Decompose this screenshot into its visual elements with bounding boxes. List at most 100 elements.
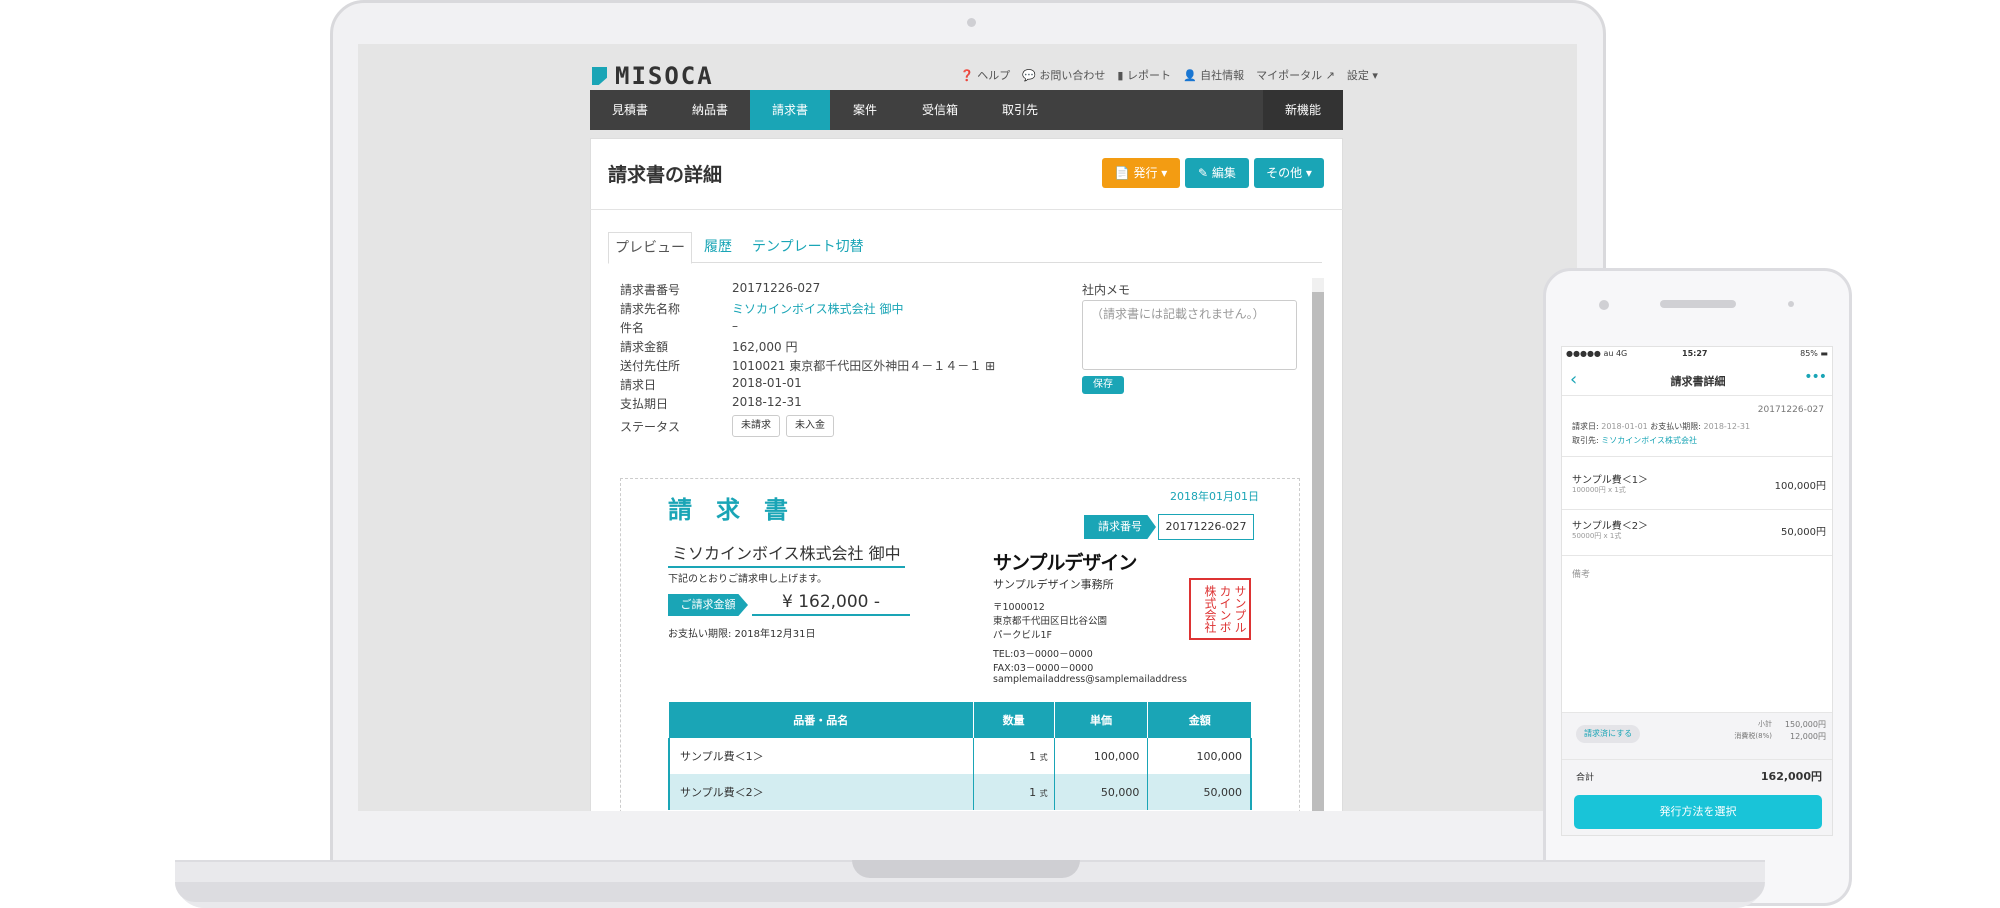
nav-quotes[interactable]: 見積書 (590, 90, 670, 130)
subject-value: – (732, 319, 738, 333)
tab-history[interactable]: 履歴 (704, 232, 732, 262)
list-item[interactable]: サンプル費＜1＞ 100000円 x 1式 100,000円 (1562, 467, 1832, 510)
invoice-customer: ミソカインボイス株式会社 御中 (668, 540, 905, 568)
top-links: ❓ ヘルプ 💬 お問い合わせ ▮ レポート 👤 自社情報 マイポータル ↗ 設定… (960, 67, 1378, 83)
select-issue-method-button[interactable]: 発行方法を選択 (1574, 795, 1822, 829)
item-sub: 50000円 x 1式 (1572, 532, 1622, 540)
col-unit-price: 単価 (1054, 702, 1149, 738)
nav-projects[interactable]: 案件 (830, 90, 900, 130)
row-qty: 1 式 (973, 774, 1055, 810)
label-invoice-number: 請求書番号 (620, 283, 681, 297)
label-client: 請求先名称 (620, 302, 681, 316)
nav-inbox[interactable]: 受信箱 (900, 90, 980, 130)
invoice-number-box: 20171226-027 (1158, 514, 1254, 540)
label-due-date: 支払期日 (620, 397, 669, 411)
memo-save-button[interactable]: 保存 (1082, 376, 1124, 394)
nav-new-features[interactable]: 新機能 (1263, 90, 1343, 130)
total-value: 162,000円 (1760, 770, 1822, 783)
logo-mark-icon (592, 67, 607, 85)
more-icon[interactable]: ••• (1804, 369, 1827, 385)
col-item-name: 品番・品名 (669, 702, 974, 738)
row-price: 100,000 (1054, 738, 1149, 774)
phone-camera (1599, 300, 1609, 310)
memo-label: 社内メモ (1082, 283, 1131, 297)
contact-link[interactable]: 💬 お問い合わせ (1022, 67, 1105, 83)
address-value: 1010021 東京都千代田区外神田４－１４－１ ⊞ (732, 359, 996, 373)
header-separator (590, 209, 1343, 210)
laptop-notch-front (852, 860, 1080, 878)
label-subject: 件名 (620, 321, 645, 335)
map-icon[interactable]: ⊞ (985, 359, 995, 373)
laptop-base-shadow-front (175, 882, 1765, 902)
tax-value: 12,000円 (1790, 732, 1826, 741)
company-stamp: サンプルカインボ株式会社 (1189, 578, 1251, 640)
nav-clients[interactable]: 取引先 (980, 90, 1060, 130)
invoice-number-label: 請求番号 (1084, 515, 1156, 539)
company-tel: TEL:03－0000－0000 (993, 649, 1093, 660)
label-amount: 請求金額 (620, 340, 669, 354)
nav-invoices[interactable]: 請求書 (750, 90, 830, 130)
company-name: サンプルデザイン事務所 (993, 578, 1114, 591)
main-nav: 見積書 納品書 請求書 案件 受信箱 取引先 新機能 (590, 90, 1343, 130)
misoca-logo[interactable]: MISOCA (592, 62, 714, 90)
row-total: 50,000 (1147, 774, 1253, 810)
tabs-underline (608, 262, 1322, 263)
time: 15:27 (1682, 349, 1708, 358)
col-qty: 数量 (973, 702, 1055, 738)
issue-button[interactable]: 📄 発行 ▾ (1102, 158, 1180, 188)
scrollbar[interactable] (1312, 278, 1324, 838)
item-name: サンプル費＜1＞ (1572, 475, 1649, 486)
invoice-due: お支払い期限: 2018年12月31日 (668, 629, 816, 640)
memo-textarea[interactable]: （請求書には記載されません。） (1082, 300, 1297, 370)
settings-menu[interactable]: 設定 ▾ (1347, 67, 1378, 83)
phone-screen: ●●●●● au 4G 15:27 85% ▬ ‹ 請求書詳細 ••• 2017… (1561, 346, 1833, 836)
phone-sensor (1788, 301, 1794, 307)
total-label: 合計 (1576, 773, 1595, 783)
due-date-value: 2018-12-31 (732, 395, 802, 409)
tab-preview[interactable]: プレビュー (608, 232, 692, 264)
nav-delivery[interactable]: 納品書 (670, 90, 750, 130)
invoice-items-table: 品番・品名 数量 単価 金額 サンプル費＜1＞ 1 式 100,000 100,… (667, 702, 1253, 810)
row-name: サンプル費＜2＞ (667, 774, 974, 810)
col-amount: 金額 (1188, 714, 1211, 727)
mark-paid-button[interactable]: 請求済にする (1576, 725, 1641, 743)
battery: 85% ▬ (1800, 349, 1828, 358)
table-header-row: 品番・品名 数量 単価 金額 (669, 702, 1251, 738)
amount-label: ご請求金額 (668, 594, 748, 616)
scroll-up-arrow[interactable] (1312, 278, 1324, 292)
list-item[interactable]: サンプル費＜2＞ 50000円 x 1式 50,000円 (1562, 513, 1832, 556)
company-info-link[interactable]: 👤 自社情報 (1183, 67, 1244, 83)
company-address2: パークビル1F (993, 630, 1053, 641)
phone-client: 取引先: ミソカインボイス株式会社 (1562, 435, 1832, 457)
tab-template[interactable]: テンプレート切替 (752, 232, 864, 262)
phone-footer: 発行方法を選択 (1562, 791, 1832, 835)
logo-text: MISOCA (615, 62, 714, 90)
page-title: 請求書の詳細 (608, 164, 723, 186)
phone-speaker (1660, 300, 1736, 308)
table-row: サンプル費＜1＞ 1 式 100,000 100,000 (667, 738, 1253, 774)
laptop-camera (967, 18, 976, 27)
invoice-amount: ¥ 162,000 - (752, 592, 910, 616)
edit-button[interactable]: ✎ 編集 (1185, 158, 1249, 188)
label-invoice-date: 請求日 (620, 378, 657, 392)
other-button[interactable]: その他 ▾ (1254, 158, 1324, 188)
invoice-date-value: 2018-01-01 (732, 376, 802, 390)
help-link[interactable]: ❓ ヘルプ (960, 67, 1010, 83)
company-address1: 東京都千代田区日比谷公園 (993, 616, 1108, 627)
label-status: ステータス (620, 420, 681, 434)
laptop-bezel-bottom (358, 811, 1577, 860)
phone-title: 請求書詳細 (1670, 375, 1726, 388)
client-link[interactable]: ミソカインボイス株式会社 御中 (732, 300, 903, 317)
amount-value: 162,000 円 (732, 340, 798, 354)
report-link[interactable]: ▮ レポート (1117, 67, 1171, 83)
status-badge-unpaid[interactable]: 未入金 (786, 415, 834, 437)
invoice-note: 下記のとおりご請求申し上げます。 (668, 574, 827, 585)
company-fax: FAX:03－0000－0000 (993, 663, 1094, 674)
status-badge-unbilled[interactable]: 未請求 (732, 415, 780, 437)
phone-dates: 請求日: 2018-01-01 お支払い期限: 2018-12-31 (1572, 422, 1751, 431)
item-sub: 100000円 x 1式 (1572, 486, 1626, 494)
company-email: samplemailaddress@samplemailaddress (993, 674, 1187, 685)
row-total: 100,000 (1147, 738, 1253, 774)
subtotal-value: 150,000円 (1784, 720, 1826, 729)
my-portal-link[interactable]: マイポータル ↗ (1256, 67, 1335, 83)
